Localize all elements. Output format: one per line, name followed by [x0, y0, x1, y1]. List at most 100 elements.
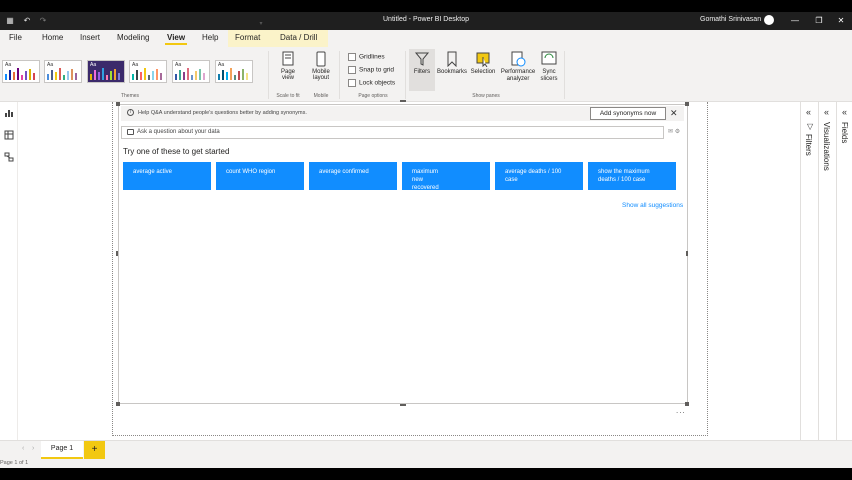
selection-icon [476, 52, 490, 67]
window-titlebar: ▦ ↶ ↷ Untitled - Power BI Desktop Gomath… [0, 12, 852, 30]
theme-swatch-bar [226, 72, 228, 80]
theme-swatch-bar [187, 68, 189, 80]
theme-thumbnail[interactable]: Aa [215, 60, 253, 83]
resize-handle[interactable] [400, 404, 406, 406]
tab-insert[interactable]: Insert [78, 33, 102, 42]
suggestion-button[interactable]: average deaths / 100 case [495, 162, 583, 190]
feedback-icon[interactable]: ✉ [668, 129, 673, 135]
theme-swatch-bar [179, 70, 181, 80]
performance-analyzer-button[interactable]: Performance analyzer [499, 51, 537, 83]
minimize-icon[interactable]: — [788, 15, 802, 27]
chevron-down-icon[interactable]: ▾ [257, 13, 265, 36]
restore-icon[interactable]: ❐ [812, 15, 826, 27]
data-view-icon[interactable] [4, 130, 14, 140]
tab-view[interactable]: View [165, 33, 188, 45]
mobile-layout-label: Mobile layout [312, 69, 330, 81]
status-bar: Page 1 of 1 [0, 460, 852, 468]
snap-to-grid-checkbox[interactable]: Snap to grid [348, 66, 394, 74]
theme-swatch-bar [230, 68, 232, 80]
resize-handle[interactable] [116, 251, 118, 256]
tab-file[interactable]: File [7, 33, 24, 42]
suggestion-button[interactable]: average confirmed [309, 162, 397, 190]
theme-swatch-bar [246, 73, 248, 80]
theme-thumbnail[interactable]: Aa [129, 60, 167, 83]
funnel-icon: ▽ [807, 122, 814, 131]
divider [564, 51, 565, 99]
suggestion-button[interactable]: show the maximum deaths / 100 case [588, 162, 676, 190]
tab-help[interactable]: Help [200, 33, 220, 42]
bookmarks-label: Bookmarks [436, 69, 467, 75]
tab-home[interactable]: Home [40, 33, 65, 42]
filters-pane-button[interactable]: Filters [410, 51, 434, 75]
fields-pane[interactable] [836, 102, 852, 440]
model-view-icon[interactable] [4, 152, 14, 162]
theme-thumbnail[interactable]: Aa [87, 60, 125, 83]
page-view-button[interactable]: Page view [275, 51, 301, 81]
resize-handle[interactable] [400, 100, 406, 102]
collapse-filters-icon[interactable]: « [806, 107, 811, 117]
resize-handle[interactable] [685, 102, 689, 106]
theme-swatch-bar [238, 71, 240, 80]
theme-swatch [175, 68, 209, 80]
theme-swatch-bar [75, 73, 77, 80]
theme-swatch-bar [21, 75, 23, 80]
theme-swatch-bar [234, 75, 236, 80]
add-page-button[interactable]: + [84, 441, 105, 459]
bookmarks-pane-button[interactable]: Bookmarks [436, 51, 468, 75]
theme-swatch [5, 68, 39, 80]
resize-handle[interactable] [116, 402, 120, 406]
more-options-icon[interactable]: ... [676, 406, 686, 415]
theme-swatch-bar [106, 75, 108, 80]
user-name[interactable]: Gomathi Srinivasan [700, 16, 761, 23]
mobile-layout-button[interactable]: Mobile layout [309, 51, 333, 81]
next-page-icon[interactable]: › [32, 445, 34, 452]
sync-slicers-icon [541, 51, 557, 65]
divider [268, 51, 269, 99]
close-icon[interactable]: ✕ [670, 108, 678, 118]
show-all-suggestions-link[interactable]: Show all suggestions [622, 202, 683, 209]
selection-pane-button[interactable]: Selection [469, 51, 497, 75]
report-view-icon[interactable] [4, 108, 14, 118]
theme-swatch-bar [55, 72, 57, 80]
gear-icon[interactable]: ⚙ [675, 129, 680, 135]
resize-handle[interactable] [116, 102, 120, 106]
resize-handle[interactable] [686, 251, 688, 256]
selection-label: Selection [470, 69, 496, 75]
add-synonyms-button[interactable]: Add synonyms now [590, 107, 666, 120]
theme-swatch-bar [9, 70, 11, 80]
page-tab[interactable]: Page 1 [41, 441, 83, 459]
close-window-icon[interactable]: ✕ [834, 15, 848, 27]
suggestion-button[interactable]: count WHO region [216, 162, 304, 190]
filters-pane-label[interactable]: Filters [804, 134, 813, 156]
visualizations-pane-label[interactable]: Visualizations [822, 122, 831, 171]
suggestion-button[interactable]: maximum new recovered [402, 162, 490, 191]
theme-swatch-bar [51, 70, 53, 80]
divider [339, 51, 340, 99]
theme-swatch [47, 68, 81, 80]
theme-swatch-bar [132, 74, 134, 80]
funnel-icon [414, 52, 430, 66]
tab-modeling[interactable]: Modeling [115, 33, 151, 42]
left-navigation [0, 102, 18, 442]
chat-bubble-icon [127, 129, 134, 135]
collapse-fields-icon[interactable]: « [842, 107, 847, 117]
theme-thumbnail[interactable]: Aa [44, 60, 82, 83]
sync-slicers-button[interactable]: Sync slicers [538, 51, 560, 83]
collapse-visualizations-icon[interactable]: « [824, 107, 829, 117]
theme-thumbnail[interactable]: Aa [2, 60, 40, 83]
suggestion-button[interactable]: average active [123, 162, 211, 190]
theme-swatch-bar [29, 69, 31, 80]
page-count-status: Page 1 of 1 [0, 460, 29, 466]
theme-swatch-bar [191, 75, 193, 80]
avatar[interactable] [764, 15, 774, 25]
prev-page-icon[interactable]: ‹ [22, 445, 24, 452]
tab-data-drill[interactable]: Data / Drill [278, 33, 319, 42]
gridlines-checkbox[interactable]: Gridlines [348, 53, 385, 61]
theme-swatch-bar [63, 75, 65, 80]
performance-analyzer-label: Performance analyzer [500, 69, 536, 82]
theme-swatch-bar [98, 72, 100, 80]
synonyms-banner-text: Help Q&A understand people's questions b… [138, 110, 307, 116]
fields-pane-label[interactable]: Fields [840, 122, 849, 143]
lock-objects-checkbox[interactable]: Lock objects [348, 79, 395, 87]
theme-thumbnail[interactable]: Aa [172, 60, 210, 83]
